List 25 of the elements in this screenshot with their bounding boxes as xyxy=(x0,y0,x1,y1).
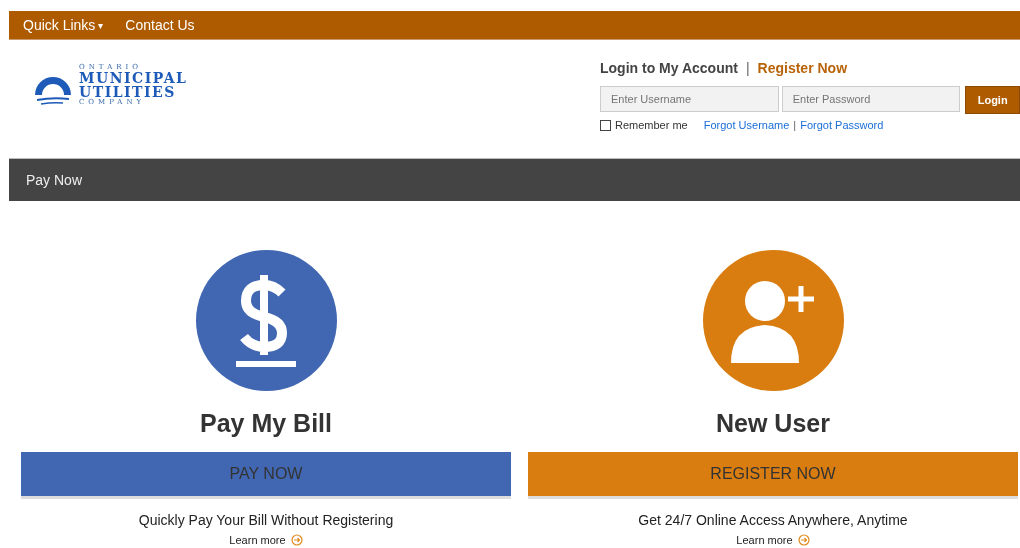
card-button[interactable]: REGISTER NOW xyxy=(528,452,1018,499)
logo-text: UTILITIES xyxy=(79,85,177,99)
arrow-circle-icon xyxy=(290,534,303,546)
nav-link[interactable]: Quick Links ▾ xyxy=(23,17,104,33)
remember-checkbox[interactable] xyxy=(600,119,611,131)
card-description: Quickly Pay Your Bill Without Registering xyxy=(138,512,394,528)
nav-link[interactable]: Contact Us xyxy=(125,17,195,33)
card-description: Get 24/7 Online Access Anywhere, Anytime xyxy=(638,512,908,528)
login-title: Login to My Account xyxy=(600,60,738,76)
learn-more-link[interactable]: Learn more xyxy=(229,534,303,546)
forgot-username-link[interactable]: Forgot Username xyxy=(703,119,790,131)
separator: | xyxy=(793,119,797,131)
arrow-circle-icon xyxy=(797,534,810,546)
username-field[interactable]: Enter Username xyxy=(600,86,779,112)
card-title: Pay My Bill xyxy=(200,409,332,438)
login-button[interactable]: Login xyxy=(965,86,1020,114)
password-field[interactable]: Enter Password xyxy=(781,86,961,112)
forgot-password-link[interactable]: Forgot Password xyxy=(800,119,884,131)
remember-label: Remember me xyxy=(615,119,688,131)
separator: | xyxy=(745,60,750,76)
card-title: New User xyxy=(716,409,830,438)
logo-text: MUNICIPAL xyxy=(79,71,188,85)
register-link[interactable]: Register Now xyxy=(757,60,848,76)
breadcrumb-label: Pay Now xyxy=(26,172,83,188)
learn-more-link[interactable]: Learn more xyxy=(736,534,810,546)
